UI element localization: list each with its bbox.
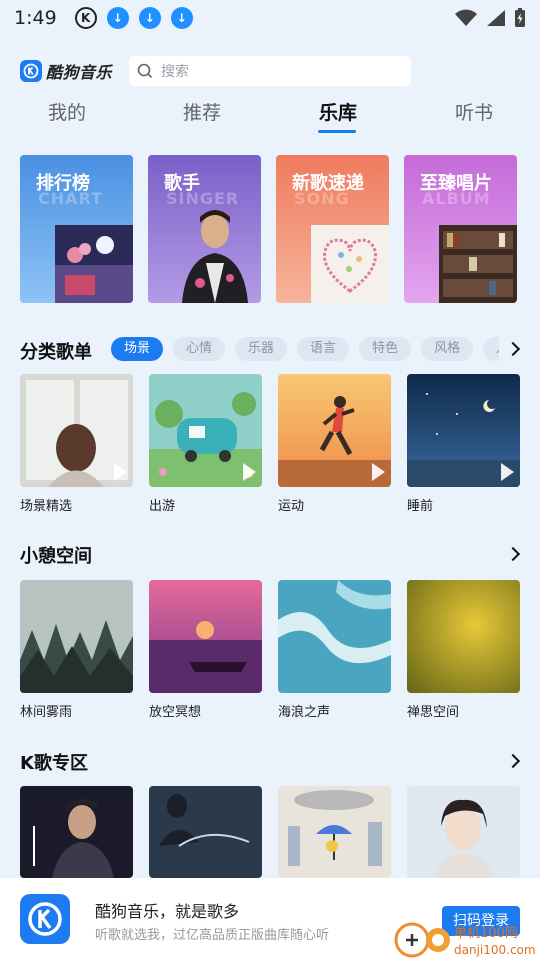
kugou-app-icon <box>20 894 70 944</box>
search-placeholder: 搜索 <box>161 64 189 80</box>
playlist-label: 运动 <box>278 499 305 514</box>
play-icon[interactable] <box>243 463 256 481</box>
kugou-notification-icon: K <box>74 7 97 29</box>
karaoke-cover <box>407 786 520 878</box>
active-tab-indicator <box>318 130 356 133</box>
card-premium-albums[interactable]: ALBUM 至臻唱片 <box>404 155 517 303</box>
top-bar: 酷狗音乐 搜索 <box>20 56 520 86</box>
karaoke-tile[interactable] <box>149 786 262 878</box>
banner-subtitle: 听歌就选我，过亿高品质正版曲库随心听 <box>95 928 330 943</box>
brand-name: 酷狗音乐 <box>46 63 113 82</box>
app-install-banner: 酷狗音乐，就是歌多 听歌就选我，过亿高品质正版曲库随心听 扫码登录 <box>0 878 540 960</box>
playlist-cover <box>20 374 133 487</box>
scan-login-button[interactable]: 扫码登录 <box>442 906 520 936</box>
card-charts[interactable]: CHART 排行榜 <box>20 155 133 303</box>
card-title: 新歌速递 <box>292 173 364 194</box>
karaoke-cover <box>278 786 391 878</box>
section-title-karaoke: K歌专区 <box>20 753 88 774</box>
playlist-cover <box>149 374 262 487</box>
cover-art-sunset-boat <box>149 580 262 693</box>
category-chips: 场景心情乐器语言特色风格儿 <box>111 337 499 361</box>
tab-library[interactable]: 乐库 <box>319 98 357 125</box>
card-title: 至臻唱片 <box>420 173 492 194</box>
tab-audiobooks[interactable]: 听书 <box>455 98 493 125</box>
relax-tile[interactable]: 海浪之声 <box>278 580 391 720</box>
battery-icon <box>515 8 525 27</box>
search-input[interactable]: 搜索 <box>129 56 411 86</box>
playlist-label: 出游 <box>149 499 176 514</box>
relax-cover <box>407 580 520 693</box>
wifi-icon <box>455 9 477 26</box>
relax-label: 海浪之声 <box>278 705 331 720</box>
section-title-relax: 小憩空间 <box>20 546 92 567</box>
playlist-tile[interactable]: 睡前 <box>407 374 520 514</box>
relax-cover <box>149 580 262 693</box>
chip-mood[interactable]: 心情 <box>173 337 226 361</box>
search-icon <box>137 63 153 79</box>
status-bar: 1:49 K ↓ ↓ ↓ <box>0 0 540 36</box>
cover-art-rain-umbrella <box>278 786 391 878</box>
status-time: 1:49 <box>14 7 57 29</box>
card-new-songs[interactable]: SONG 新歌速递 <box>276 155 389 303</box>
relax-tile[interactable]: 林间雾雨 <box>20 580 133 720</box>
play-icon[interactable] <box>372 463 385 481</box>
chip-style[interactable]: 风格 <box>421 337 474 361</box>
relax-label: 放空冥想 <box>149 705 202 720</box>
karaoke-cover <box>20 786 133 878</box>
section-title-categories: 分类歌单 <box>20 342 92 363</box>
cover-art-ocean-waves <box>278 580 391 693</box>
playlist-tile[interactable]: 运动 <box>278 374 391 514</box>
cover-art-portrait <box>407 786 520 878</box>
download-icon: ↓ <box>170 7 193 29</box>
karaoke-tile[interactable] <box>278 786 391 878</box>
karaoke-cover <box>149 786 262 878</box>
album-shelf-image <box>439 225 517 303</box>
feature-cards: CHART 排行榜 SINGER 歌手 SONG 新歌速递 ALBUM 至臻唱片 <box>20 155 520 303</box>
relax-label: 禅思空间 <box>407 705 460 720</box>
card-title: 歌手 <box>164 173 200 194</box>
playlist-label: 睡前 <box>407 499 434 514</box>
banner-title: 酷狗音乐，就是歌多 <box>95 902 240 921</box>
chip-instrument[interactable]: 乐器 <box>235 337 288 361</box>
download-icon: ↓ <box>138 7 161 29</box>
cover-art-misty-forest <box>20 580 133 693</box>
chip-scene[interactable]: 场景 <box>111 337 164 361</box>
chevron-right-icon[interactable] <box>505 341 521 357</box>
cell-signal-icon <box>487 10 505 26</box>
playlist-tile[interactable]: 场景精选 <box>20 374 133 514</box>
playlist-tile[interactable]: 出游 <box>149 374 262 514</box>
download-icon: ↓ <box>106 7 129 29</box>
cover-art-singer-dark <box>20 786 133 878</box>
playlist-cover <box>278 374 391 487</box>
new-song-cover-image <box>311 225 389 303</box>
play-icon[interactable] <box>501 463 514 481</box>
card-singers[interactable]: SINGER 歌手 <box>148 155 261 303</box>
chevron-right-icon[interactable] <box>505 546 521 562</box>
cover-art-silhouette <box>149 786 262 878</box>
karaoke-tile[interactable] <box>20 786 133 878</box>
play-icon[interactable] <box>114 463 127 481</box>
relax-label: 林间雾雨 <box>20 705 73 720</box>
kugou-logo-icon[interactable] <box>20 60 42 82</box>
playlist-cover <box>407 374 520 487</box>
relax-cover <box>20 580 133 693</box>
relax-tile[interactable]: 放空冥想 <box>149 580 262 720</box>
chart-cover-image <box>55 225 133 303</box>
chevron-right-icon[interactable] <box>505 753 521 769</box>
chip-kids[interactable]: 儿 <box>483 337 499 361</box>
tab-recommend[interactable]: 推荐 <box>183 98 221 125</box>
relax-tile[interactable]: 禅思空间 <box>407 580 520 720</box>
chip-feature[interactable]: 特色 <box>359 337 412 361</box>
cover-art-zen <box>407 580 520 693</box>
tab-mine[interactable]: 我的 <box>48 98 86 125</box>
main-tabs: 我的 推荐 乐库 听书 <box>0 98 540 138</box>
card-title: 排行榜 <box>36 173 90 194</box>
singer-photo <box>182 210 248 303</box>
chip-language[interactable]: 语言 <box>297 337 350 361</box>
relax-cover <box>278 580 391 693</box>
playlist-label: 场景精选 <box>20 499 73 514</box>
karaoke-tile[interactable] <box>407 786 520 878</box>
